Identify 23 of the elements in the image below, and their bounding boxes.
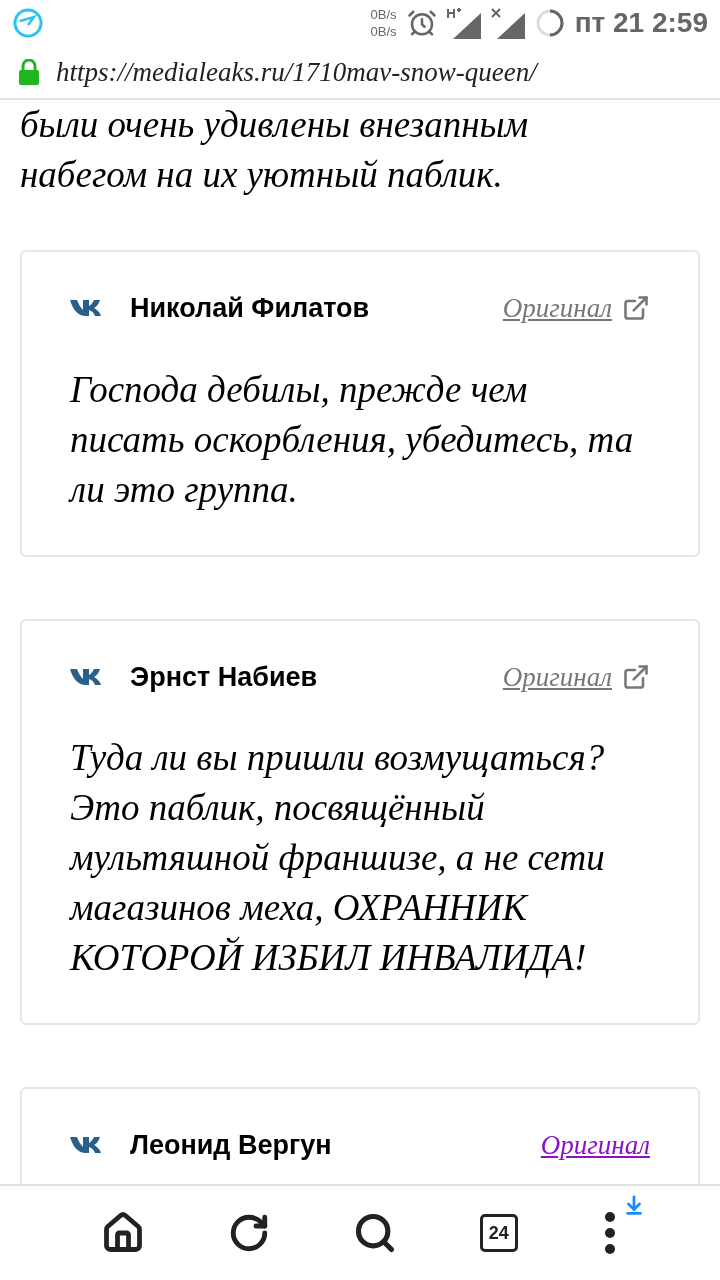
no-signal-icon [490, 7, 525, 39]
original-link[interactable]: Оригинал [502, 288, 612, 329]
author-name: Леонид Вергун [130, 1129, 332, 1162]
signal-icon [446, 7, 481, 39]
original-link[interactable]: Оригинал [540, 1125, 650, 1166]
external-link-icon [622, 294, 650, 323]
article-text: набегом на их уютный паблик. [19, 153, 504, 197]
battery-ring-icon [534, 8, 565, 38]
search-button[interactable] [353, 1211, 397, 1255]
alarm-icon [406, 8, 437, 38]
clock: пт 21 2:59 [574, 6, 708, 40]
download-speed: 0B/s [370, 23, 397, 40]
author-name: Эрнст Набиев [130, 660, 318, 694]
article-text: были очень удивлены внезапным [19, 103, 530, 147]
post-text: Туда ли вы пришли возмущаться? Это паблик, посвящённый мультяшной франшизе, а не сети магазинов меха, ОХРАННИК КОТОРОЙ ИЗБИЛ ИНВАЛИДА! [70, 736, 606, 980]
original-link[interactable]: Оригинал [502, 656, 612, 697]
url-text: https://medialeaks.ru/1710mav-snow-queen/ [56, 55, 537, 89]
tabs-button[interactable]: 24 [479, 1214, 518, 1252]
author-name: Николай Филатов [130, 292, 370, 325]
external-link-icon [622, 662, 650, 691]
upload-speed: 0B/s [370, 6, 397, 23]
app-logo-icon [12, 7, 44, 39]
post-text: Господа дебилы, прежде чем писать оскорбления, убедитесь, та ли это группа. [70, 367, 635, 512]
